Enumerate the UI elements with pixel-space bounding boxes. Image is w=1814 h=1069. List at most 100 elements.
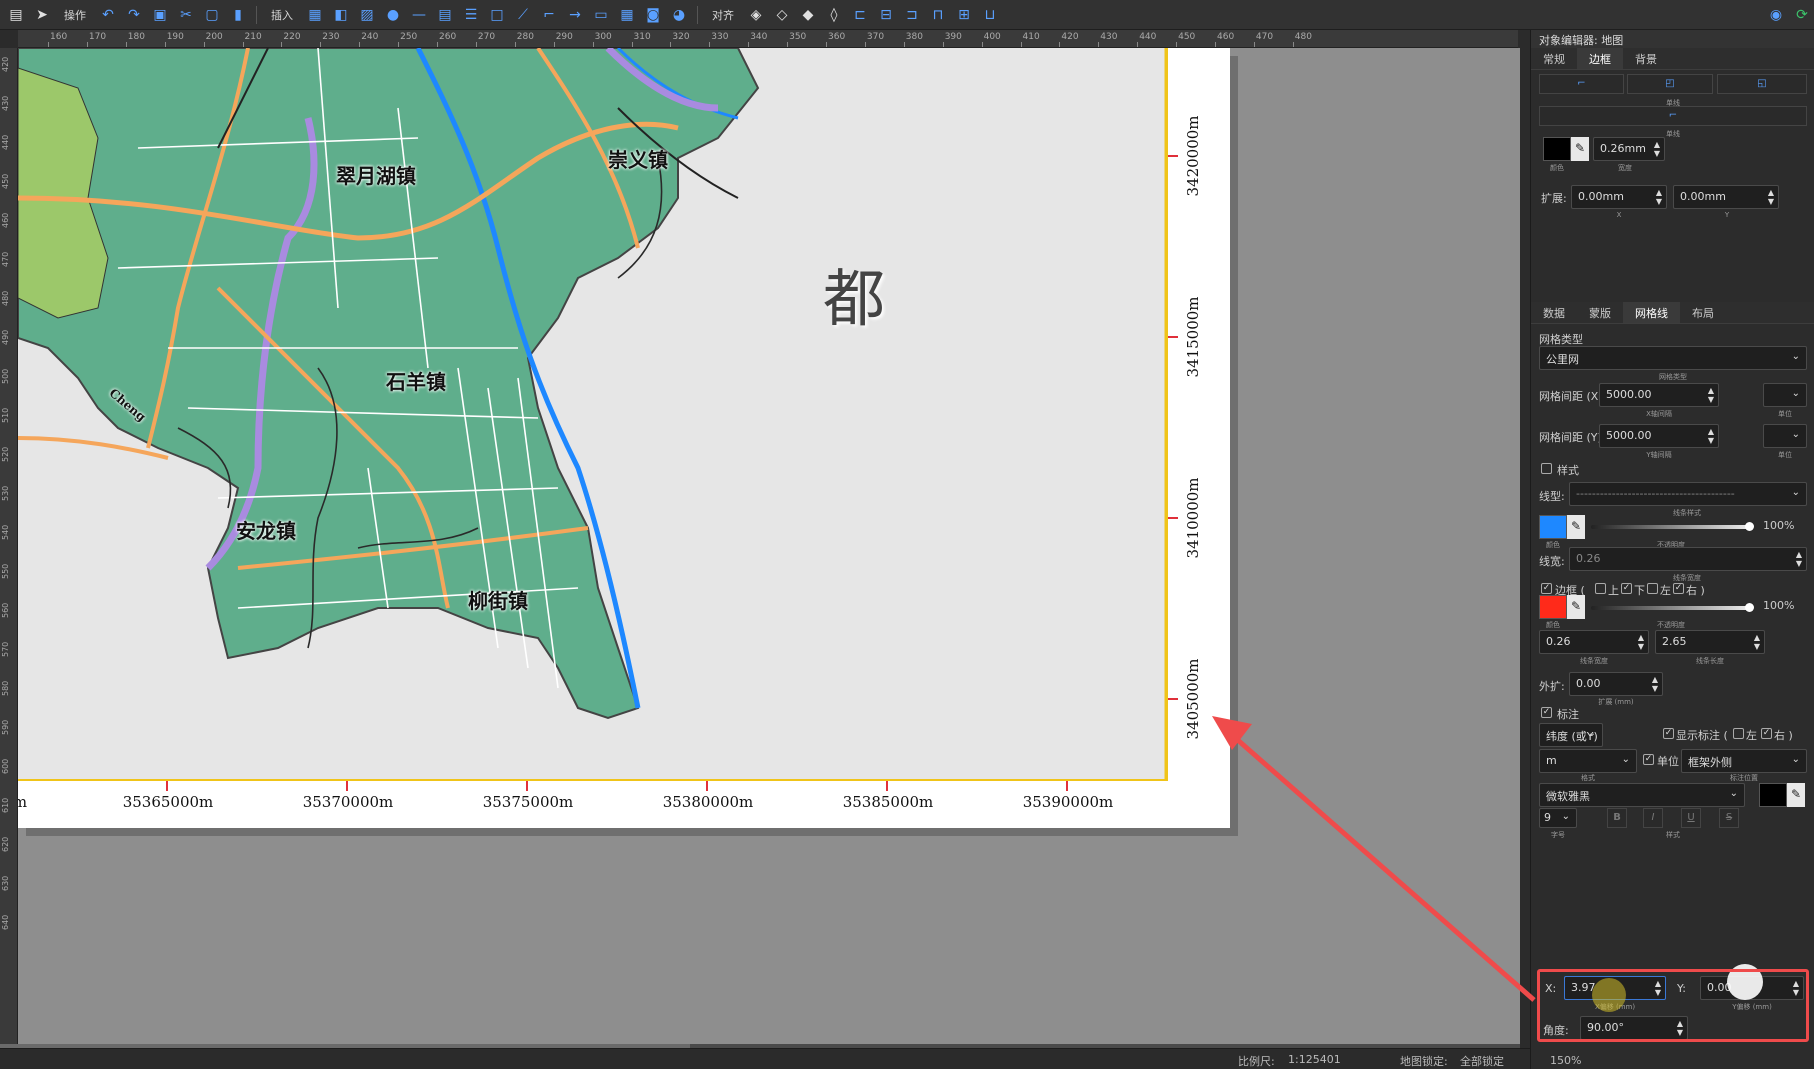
frame-left-checkbox[interactable] bbox=[1647, 583, 1658, 594]
insert-map-icon[interactable]: ▦ bbox=[303, 3, 327, 27]
annotation-checkbox[interactable]: ✓ bbox=[1541, 707, 1552, 718]
linewidth-input[interactable]: 0.26 ▲ ▼ bbox=[1569, 547, 1807, 571]
frame-opacity-slider[interactable] bbox=[1591, 603, 1754, 612]
toolbar-menu-icon[interactable]: ▤ bbox=[4, 3, 28, 27]
grid-color-swatch[interactable] bbox=[1539, 515, 1567, 539]
tab-data[interactable]: 数据 bbox=[1531, 302, 1577, 323]
insert-rectangle-icon[interactable]: □ bbox=[485, 3, 509, 27]
border-color-swatch[interactable] bbox=[1543, 137, 1571, 161]
border-line-option[interactable]: ⌐ bbox=[1539, 106, 1807, 126]
insert-chart-icon[interactable]: ◕ bbox=[667, 3, 691, 27]
undo-icon[interactable]: ↶ bbox=[96, 3, 120, 27]
outer-input[interactable]: 0.00 ▲ ▼ bbox=[1569, 672, 1663, 696]
frame-length-input[interactable]: 2.65 ▲ ▼ bbox=[1655, 630, 1765, 654]
slider-knob[interactable] bbox=[1745, 522, 1754, 531]
map-lock-value[interactable]: 全部锁定 bbox=[1460, 1053, 1504, 1069]
expand-x-input[interactable]: 0.00mm ▲ ▼ bbox=[1571, 185, 1667, 209]
cut-icon[interactable]: ✂ bbox=[174, 3, 198, 27]
layer-down-icon[interactable]: ◇ bbox=[770, 3, 794, 27]
linetype-select[interactable]: ----------------------------------------… bbox=[1569, 482, 1807, 506]
frame-bottom-checkbox[interactable]: ✓ bbox=[1621, 583, 1632, 594]
insert-line-icon[interactable]: — bbox=[407, 3, 431, 27]
tab-general[interactable]: 常规 bbox=[1531, 48, 1577, 69]
show-right-checkbox[interactable]: ✓ bbox=[1761, 728, 1772, 739]
italic-button[interactable]: I bbox=[1643, 808, 1663, 828]
ruler-left[interactable]: 420 430 440 450 460 470 480 490 500 510 520 530 540 5… bbox=[0, 48, 18, 1048]
show-annotation-checkbox[interactable]: ✓ bbox=[1663, 728, 1674, 739]
border-style-option-1[interactable]: ⌐ bbox=[1539, 74, 1624, 94]
tab-background[interactable]: 背景 bbox=[1623, 48, 1669, 69]
frame-color-swatch[interactable] bbox=[1539, 595, 1567, 619]
align-bottom-icon[interactable]: ⊔ bbox=[978, 3, 1002, 27]
slider-knob[interactable] bbox=[1745, 603, 1754, 612]
layer-up-icon[interactable]: ◈ bbox=[744, 3, 768, 27]
layer-bottom-icon[interactable]: ◊ bbox=[822, 3, 846, 27]
border-width-input[interactable]: 0.26mm ▲ ▼ bbox=[1593, 137, 1665, 161]
insert-label-icon[interactable]: ▭ bbox=[589, 3, 613, 27]
align-right-icon[interactable]: ⊐ bbox=[900, 3, 924, 27]
unit-select[interactable]: m ⌄ bbox=[1539, 749, 1637, 773]
frame-checkbox[interactable]: ✓ bbox=[1541, 583, 1552, 594]
insert-legend-icon[interactable]: ▤ bbox=[433, 3, 457, 27]
border-style-option-3[interactable]: ◱ bbox=[1717, 74, 1807, 94]
tab-layout[interactable]: 布局 bbox=[1680, 302, 1726, 323]
zoom-value[interactable]: 150% bbox=[1550, 1054, 1581, 1067]
layer-top-icon[interactable]: ◆ bbox=[796, 3, 820, 27]
frame-top-checkbox[interactable] bbox=[1595, 583, 1606, 594]
border-style-option-2[interactable]: ◰ bbox=[1627, 74, 1713, 94]
underline-button[interactable]: U bbox=[1681, 808, 1701, 828]
align-left-icon[interactable]: ⊏ bbox=[848, 3, 872, 27]
show-left-checkbox[interactable] bbox=[1733, 728, 1744, 739]
scale-value[interactable]: 1:125401 bbox=[1288, 1053, 1341, 1066]
insert-overview-icon[interactable]: ◧ bbox=[329, 3, 353, 27]
unit-checkbox[interactable]: ✓ bbox=[1643, 754, 1654, 765]
font-color-swatch[interactable] bbox=[1759, 783, 1787, 807]
ruler-top[interactable]: 160 170 180 190 200 210 220 230 240 250 260 270 280 2… bbox=[18, 30, 1518, 48]
style-checkbox[interactable] bbox=[1541, 463, 1552, 474]
font-size-select[interactable]: 9 ⌄ bbox=[1539, 808, 1577, 828]
eyedropper-icon[interactable]: ✎ bbox=[1787, 783, 1805, 807]
copy-icon[interactable]: ▣ bbox=[148, 3, 172, 27]
eyedropper-icon[interactable]: ✎ bbox=[1567, 595, 1585, 619]
frame-right-checkbox[interactable]: ✓ bbox=[1673, 583, 1684, 594]
tab-gridlines[interactable]: 网格线 bbox=[1623, 302, 1680, 323]
expand-y-input[interactable]: 0.00mm ▲ ▼ bbox=[1673, 185, 1779, 209]
tab-border[interactable]: 边框 bbox=[1577, 48, 1623, 69]
insert-arrow-icon[interactable]: → bbox=[563, 3, 587, 27]
grid-x-input[interactable]: 5000.00 ▲ ▼ bbox=[1599, 383, 1719, 407]
paste-icon[interactable]: ▢ bbox=[200, 3, 224, 27]
delete-icon[interactable]: ▮ bbox=[226, 3, 250, 27]
sync-icon[interactable]: ⟳ bbox=[1790, 3, 1814, 27]
grid-y-unit-select[interactable]: ⌄ bbox=[1763, 424, 1807, 448]
frame-width-input[interactable]: 0.26 ▲ ▼ bbox=[1539, 630, 1649, 654]
align-center-icon[interactable]: ⊟ bbox=[874, 3, 898, 27]
eyedropper-icon[interactable]: ✎ bbox=[1567, 515, 1585, 539]
eyedropper-icon[interactable]: ✎ bbox=[1571, 137, 1589, 161]
tab-mask[interactable]: 蒙版 bbox=[1577, 302, 1623, 323]
map-frame[interactable]: 崇义镇 翠月湖镇 石羊镇 安龙镇 柳街镇 Cheng 都 bbox=[18, 48, 1168, 781]
insert-polyline-icon[interactable]: ⟋ bbox=[511, 3, 535, 27]
grid-type-select[interactable]: 公里网 ⌄ bbox=[1539, 346, 1807, 370]
annotation-type-select[interactable]: 纬度 (或Y) ⌄ bbox=[1539, 723, 1603, 747]
bold-button[interactable]: B bbox=[1607, 808, 1627, 828]
insert-picture-icon[interactable]: ◙ bbox=[641, 3, 665, 27]
insert-connector-icon[interactable]: ⌐ bbox=[537, 3, 561, 27]
insert-table-icon[interactable]: ▦ bbox=[615, 3, 639, 27]
grid-x-unit-select[interactable]: ⌄ bbox=[1763, 383, 1807, 407]
layout-canvas[interactable]: 崇义镇 翠月湖镇 石羊镇 安龙镇 柳街镇 Cheng 都 m 35365000m… bbox=[18, 48, 1520, 1048]
grid-y-input[interactable]: 5000.00 ▲ ▼ bbox=[1599, 424, 1719, 448]
insert-list-icon[interactable]: ☰ bbox=[459, 3, 483, 27]
align-top-icon[interactable]: ⊓ bbox=[926, 3, 950, 27]
grid-opacity-slider[interactable] bbox=[1591, 522, 1754, 531]
select-pointer-icon[interactable]: ➤ bbox=[30, 3, 54, 27]
position-select[interactable]: 框架外侧 ⌄ bbox=[1681, 749, 1807, 773]
insert-image-icon[interactable]: ▨ bbox=[355, 3, 379, 27]
align-middle-icon[interactable]: ⊞ bbox=[952, 3, 976, 27]
toolbar-insert-label[interactable]: 插入 bbox=[263, 7, 301, 23]
toolbar-align-label[interactable]: 对齐 bbox=[704, 7, 742, 23]
insert-circle-icon[interactable]: ● bbox=[381, 3, 405, 27]
strike-button[interactable]: S bbox=[1719, 808, 1739, 828]
toolbar-operate-label[interactable]: 操作 bbox=[56, 7, 94, 23]
redo-icon[interactable]: ↷ bbox=[122, 3, 146, 27]
font-select[interactable]: 微软雅黑 ⌄ bbox=[1539, 783, 1745, 807]
